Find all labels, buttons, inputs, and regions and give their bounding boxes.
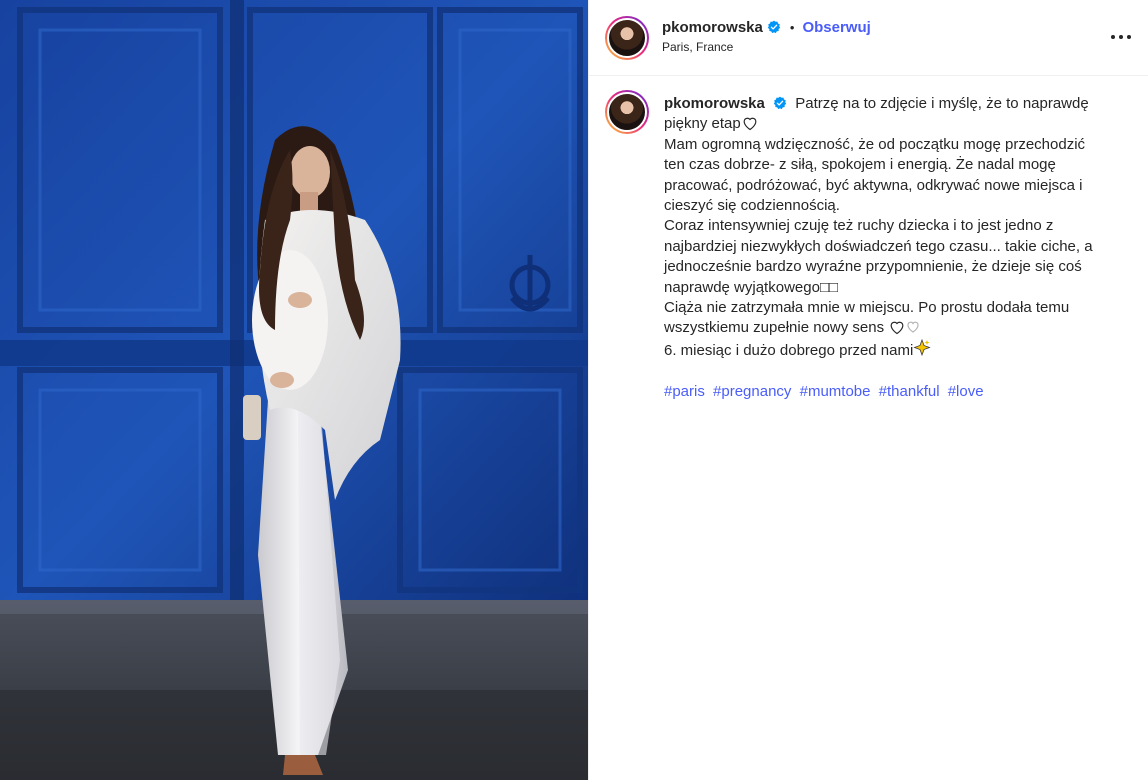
caption-username[interactable]: pkomorowska [664,95,765,112]
verified-badge-icon [767,20,781,34]
caption-avatar[interactable] [605,90,649,134]
hashtag-link[interactable]: #paris [664,383,705,400]
post-photo[interactable] [0,0,588,780]
hashtag-link[interactable]: #thankful [879,383,940,400]
white-heart-icon [743,118,757,131]
hashtag-link[interactable]: #love [948,383,984,400]
sparkles-icon [913,338,931,357]
verified-badge-icon [773,96,787,110]
header-username[interactable]: pkomorowska [662,19,763,36]
caption-text: pkomorowska Patrzę na to zdjęcie i myślę… [664,94,1104,402]
caption-line-2: Mam ogromną wdzięczność, że od początku … [664,135,1086,215]
follow-button[interactable]: Obserwuj [802,19,870,36]
location-link[interactable]: Paris, France [662,40,733,54]
post-detail-panel: pkomorowska • Obserwuj Paris, France pko… [588,0,1148,780]
caption-line-5: 6. miesiąc i dużo dobrego przed nami [664,341,914,359]
hashtag-list: #paris #pregnancy #mumtobe #thankful #lo… [664,382,1104,402]
pregnant-woman-photo [0,0,588,780]
caption-line-3: Coraz intensywniej czuję też ruchy dziec… [664,217,1093,296]
caption-line-4: Ciąża nie zatrzymała mnie w miejscu. Po … [664,299,1070,337]
avatar[interactable] [605,16,649,60]
white-heart-icon [890,322,904,335]
more-options-icon[interactable] [1111,30,1131,46]
small-heart-icon [907,322,919,334]
hashtag-link[interactable]: #mumtobe [800,383,871,400]
separator-dot: • [789,19,795,35]
post-header: pkomorowska • Obserwuj Paris, France [589,0,1148,76]
hashtag-link[interactable]: #pregnancy [713,383,791,400]
missing-glyphs: □□ [819,278,839,296]
